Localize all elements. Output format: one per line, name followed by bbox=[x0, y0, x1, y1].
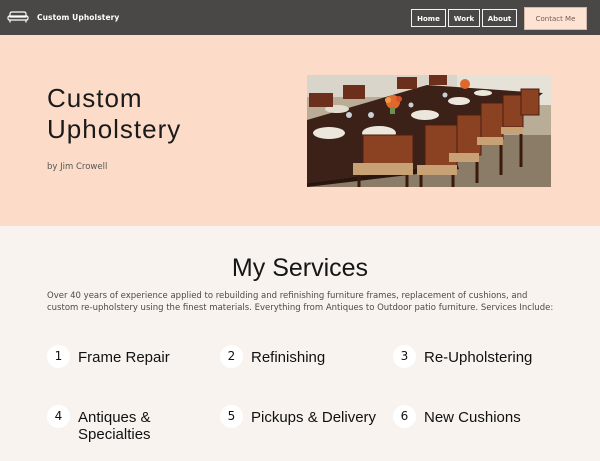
service-label: New Cushions bbox=[424, 409, 521, 426]
hero-title: Custom Upholstery bbox=[47, 83, 181, 145]
service-label: Frame Repair bbox=[78, 349, 170, 366]
service-number: 4 bbox=[47, 405, 70, 428]
nav-about-link[interactable]: About bbox=[482, 9, 517, 27]
service-item: 3 Re-Upholstering bbox=[393, 345, 532, 368]
sofa-icon bbox=[7, 11, 29, 23]
dining-room-photo bbox=[307, 75, 551, 187]
brand[interactable]: Custom Upholstery bbox=[7, 11, 119, 23]
service-number: 5 bbox=[220, 405, 243, 428]
service-item: 6 New Cushions bbox=[393, 405, 521, 428]
hero-title-line1: Custom bbox=[47, 83, 143, 113]
hero-byline: by Jim Crowell bbox=[47, 162, 108, 172]
service-label: Re-Upholstering bbox=[424, 349, 533, 366]
service-label: Refinishing bbox=[251, 349, 326, 366]
service-label: Antiques & Specialties bbox=[78, 409, 151, 443]
top-nav: Custom Upholstery Home Work About Contac… bbox=[0, 0, 600, 35]
hero-title-line2: Upholstery bbox=[47, 114, 182, 144]
service-number: 1 bbox=[47, 345, 70, 368]
service-label: Pickups & Delivery bbox=[251, 409, 377, 426]
service-item: 5 Pickups & Delivery bbox=[220, 405, 376, 428]
services-title: My Services bbox=[231, 254, 369, 282]
contact-me-button[interactable]: Contact Me bbox=[524, 7, 587, 30]
hero-image bbox=[307, 75, 551, 187]
nav-home-link[interactable]: Home bbox=[411, 9, 446, 27]
service-item: 1 Frame Repair bbox=[47, 345, 170, 368]
service-number: 6 bbox=[393, 405, 416, 428]
service-number: 3 bbox=[393, 345, 416, 368]
nav-work-link[interactable]: Work bbox=[448, 9, 480, 27]
brand-name: Custom Upholstery bbox=[37, 12, 120, 22]
services-description: Over 40 years of experience applied to r… bbox=[47, 291, 554, 313]
service-number: 2 bbox=[220, 345, 243, 368]
hero-section: Custom Upholstery by Jim Crowell bbox=[0, 35, 600, 226]
service-item: 2 Refinishing bbox=[220, 345, 325, 368]
service-item: 4 Antiques & Specialties bbox=[47, 405, 178, 443]
